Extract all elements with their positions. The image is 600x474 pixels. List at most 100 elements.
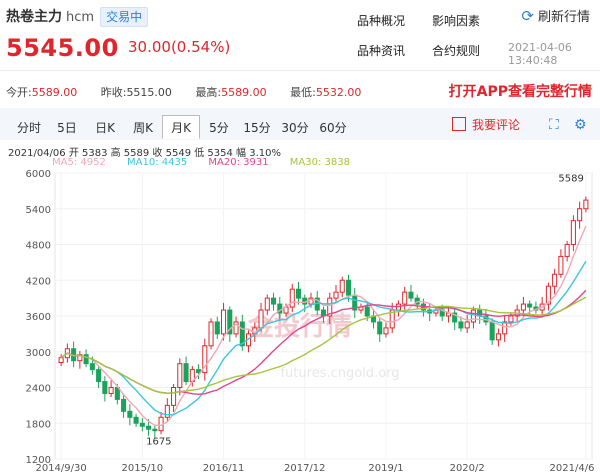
x-tick-label: 2014/9/30 [35, 463, 86, 474]
candle-body [502, 321, 508, 335]
y-tick-label: 4800 [26, 241, 51, 252]
candle-body [295, 288, 302, 299]
candle-body [108, 387, 114, 394]
candle-body [264, 297, 270, 311]
tab-30min[interactable]: 30分 [276, 115, 314, 139]
y-tick-label: 5400 [26, 205, 51, 216]
candle-body [208, 321, 214, 347]
candle-body [570, 220, 576, 246]
candle-body [89, 363, 95, 371]
candle-body [58, 357, 64, 363]
candle-body [339, 279, 345, 293]
link-overview[interactable]: 品种概况 [357, 12, 405, 29]
last-price: 5545.00 [6, 34, 119, 62]
open-app-link[interactable]: 打开APP查看完整行情 [449, 81, 592, 101]
candle-body [221, 309, 227, 335]
low-annotation: 1675 [146, 437, 171, 448]
candle-body [133, 416, 139, 424]
x-tick-label: 2017/12 [284, 463, 326, 474]
y-tick-label: 6000 [26, 169, 51, 180]
tab-5min[interactable]: 5分 [200, 115, 238, 139]
link-factors[interactable]: 影响因素 [432, 12, 480, 29]
candle-body [164, 404, 170, 418]
candle-body [333, 291, 339, 299]
y-tick-label: 3600 [26, 312, 51, 323]
candle-body [214, 321, 220, 335]
candle-body [520, 303, 526, 311]
candle-body [552, 273, 558, 287]
settings-icon[interactable]: ⚙ [574, 117, 587, 133]
x-tick-label: 2021/4/6 [550, 463, 595, 474]
candle-body [345, 279, 352, 296]
low-label: 最低: [290, 86, 316, 99]
tab-5day[interactable]: 5日 [48, 115, 86, 139]
tab-15min[interactable]: 15分 [238, 115, 276, 139]
watermark-url: futures.cngold.org [280, 366, 399, 381]
y-tick-label: 4200 [26, 276, 51, 287]
candle-body [470, 309, 476, 323]
high-annotation: 5589 [558, 173, 583, 184]
refresh-icon: ⟳ [521, 7, 534, 25]
y-tick-label: 2400 [26, 384, 51, 395]
candle-body [508, 315, 514, 323]
candle-body [558, 255, 564, 275]
instrument-title: 热卷主力 hcm 交易中 [6, 6, 149, 27]
link-news[interactable]: 品种资讯 [357, 42, 405, 59]
y-tick-label: 1800 [26, 419, 51, 430]
y-tick-label: 3000 [26, 348, 51, 359]
candle-body [127, 410, 133, 418]
high-value: 5589.00 [221, 86, 267, 99]
refresh-button[interactable]: ⟳ 刷新行情 [521, 6, 590, 25]
candle-body [583, 199, 589, 210]
candle-body [146, 425, 152, 430]
candle-body [139, 422, 145, 427]
candlestick-chart[interactable]: 金投行情 futures.cngold.org 1200180024003000… [0, 165, 600, 474]
tab-60min[interactable]: 60分 [314, 115, 352, 139]
candle-body [270, 297, 277, 305]
candle-body [177, 363, 183, 389]
candle-body [96, 369, 102, 383]
tab-intraday[interactable]: 分时 [10, 115, 48, 139]
fullscreen-icon[interactable]: ⛶ [549, 117, 559, 133]
candle-body [171, 387, 177, 406]
tab-weekly-k[interactable]: 周K [124, 115, 162, 139]
candle-body [495, 333, 501, 341]
comment-label: 我要评论 [472, 118, 521, 132]
x-tick-label: 2016/11 [203, 463, 245, 474]
tab-monthly-k[interactable]: 月K [162, 115, 200, 139]
x-tick-label: 2015/10 [122, 463, 164, 474]
candle-body [183, 363, 189, 383]
candle-body [577, 208, 583, 222]
open-value: 5589.00 [31, 86, 78, 99]
tab-daily-k[interactable]: 日K [86, 115, 124, 139]
candle-body [152, 428, 158, 432]
timestamp: 2021-04-06 13:40:48 [508, 41, 572, 67]
divider [0, 70, 600, 71]
period-tabs: 分时 5日 日K 周K 月K 5分 15分 30分 60分 [10, 115, 352, 139]
x-tick-label: 2020/2 [450, 463, 485, 474]
candle-body [408, 291, 414, 299]
candle-body [464, 321, 470, 329]
open-label: 今开: [6, 86, 32, 99]
prev-close-value: 5515.00 [126, 86, 172, 99]
candle-body [289, 288, 295, 308]
x-tick-label: 2019/1 [368, 463, 403, 474]
candle-body [564, 244, 570, 257]
comment-button[interactable]: 我要评论 [452, 116, 520, 133]
edit-icon [452, 117, 466, 131]
prev-close-label: 昨收: [100, 86, 127, 99]
high-label: 最高: [195, 86, 222, 99]
candle-body [527, 303, 533, 308]
instrument-code: hcm [66, 10, 95, 25]
candle-body [121, 398, 127, 412]
candle-body [489, 321, 495, 341]
price-stats: 今开:5589.00 昨收:5515.00 最高:5589.00 最低:5532… [6, 84, 381, 100]
instrument-name: 热卷主力 [6, 9, 62, 25]
link-rules[interactable]: 合约规则 [432, 42, 480, 59]
candle-body [364, 306, 370, 317]
candle-body [402, 291, 408, 305]
price-change: 30.00(0.54%) [128, 38, 231, 56]
candle-body [383, 327, 389, 335]
candle-body [458, 321, 464, 329]
trading-status-badge: 交易中 [100, 7, 149, 27]
